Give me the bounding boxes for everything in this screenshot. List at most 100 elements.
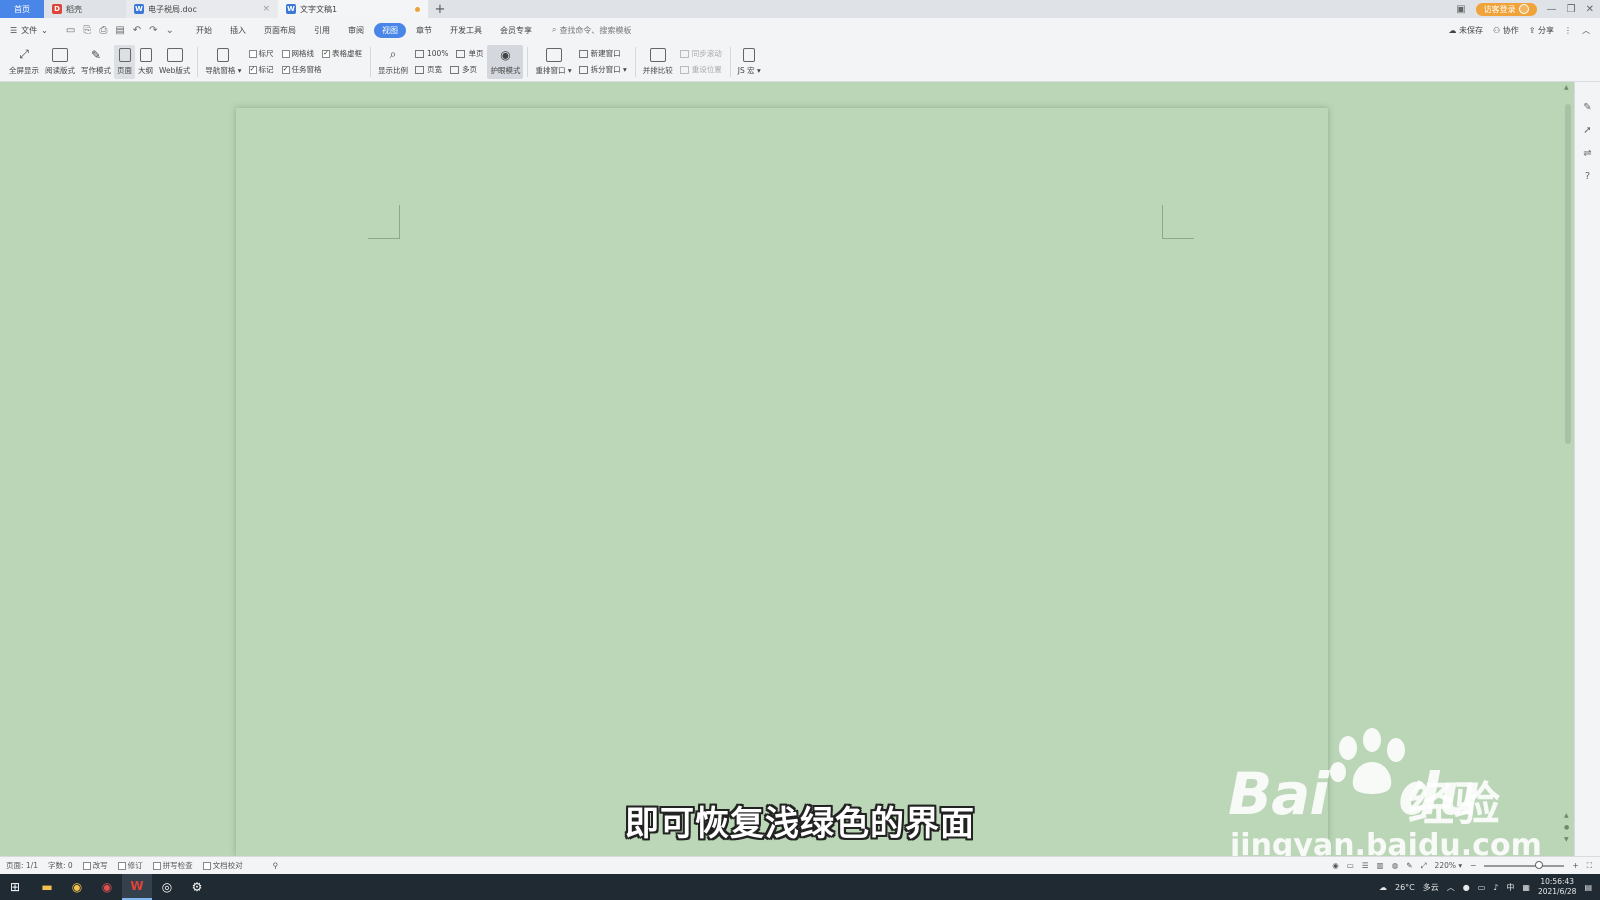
share-button[interactable]: ⇪ 分享 <box>1529 25 1554 36</box>
eye-mode-status-icon[interactable]: ◉ <box>1332 861 1339 870</box>
sync-scroll-button[interactable]: 同步滚动 <box>679 48 722 59</box>
taskbar-chrome[interactable]: ◉ <box>62 874 92 900</box>
collapse-ribbon-icon[interactable]: ︿ <box>1582 25 1590 36</box>
menu-chapter[interactable]: 章节 <box>408 23 440 38</box>
volume-icon[interactable]: ♪ <box>1493 883 1498 892</box>
weather-icon[interactable]: ☁ <box>1379 883 1387 892</box>
notification-icon[interactable]: ▤ <box>1584 883 1592 892</box>
tab-home[interactable]: 首页 <box>0 0 44 18</box>
word-count[interactable]: 字数: 0 <box>48 860 73 871</box>
table-gridlines-checkbox[interactable]: ✓ 表格虚框 <box>322 48 362 59</box>
revise-toggle[interactable]: 修订 <box>117 860 143 871</box>
temperature[interactable]: 26°C <box>1395 883 1415 892</box>
eye-mode-button[interactable]: ◉ 护眼模式 <box>487 44 524 79</box>
tab-document1[interactable]: W 文字文稿1 <box>278 0 428 18</box>
menu-devtools[interactable]: 开发工具 <box>442 23 490 38</box>
tab-docer[interactable]: D 稻壳 <box>44 0 126 18</box>
redo-icon[interactable]: ↷ <box>149 25 157 36</box>
weather-text[interactable]: 多云 <box>1423 882 1439 893</box>
select-cursor-icon[interactable]: ➚ <box>1583 125 1591 136</box>
rearrange-window-button[interactable]: 重排窗口 ▾ <box>532 45 574 79</box>
outline-button[interactable]: 大纲 <box>135 45 156 79</box>
clock[interactable]: 10:56:43 2021/6/28 <box>1538 877 1576 897</box>
restore-button[interactable]: ❐ <box>1567 4 1576 15</box>
read-status-icon[interactable]: ▥ <box>1377 861 1384 870</box>
save-as-icon[interactable]: ⎘ <box>83 25 91 36</box>
page-view-button[interactable]: 页面 <box>114 44 135 79</box>
close-tab-icon[interactable]: × <box>262 4 270 14</box>
taskbar-settings[interactable]: ⚙ <box>182 874 212 900</box>
start-button[interactable]: ⊞ <box>0 874 30 900</box>
js-macro-button[interactable]: JS 宏 ▾ <box>735 45 764 79</box>
multi-page-button[interactable]: 多页 <box>450 64 477 75</box>
more-icon[interactable]: ⋮ <box>1564 26 1572 35</box>
taskbar-browser[interactable]: ◉ <box>92 874 122 900</box>
vertical-scrollbar[interactable]: ▲ ▲ ● ▼ <box>1562 82 1574 856</box>
menu-insert[interactable]: 插入 <box>222 23 254 38</box>
zoom-slider[interactable] <box>1484 860 1565 869</box>
reset-position-button[interactable]: 重设位置 <box>679 64 722 75</box>
fullscreen-button[interactable]: ⤢ 全屏显示 <box>6 45 42 79</box>
zoom-button[interactable]: ⌕ 显示比例 <box>375 45 411 79</box>
close-button[interactable]: ✕ <box>1586 4 1594 15</box>
menu-member[interactable]: 会员专享 <box>492 23 540 38</box>
zoom-level-dropdown[interactable]: 220% ▾ <box>1435 861 1463 870</box>
marks-checkbox[interactable]: ✓ 标记 <box>248 64 274 75</box>
ruler-checkbox[interactable]: 标尺 <box>248 48 274 59</box>
page-width-button[interactable]: 页宽 <box>415 64 442 75</box>
scroll-up-icon[interactable]: ▲ <box>1564 84 1569 91</box>
window-switch-icon[interactable]: ▣ <box>1456 4 1465 15</box>
nav-pane-button[interactable]: 导航窗格 ▾ <box>202 45 244 79</box>
adjust-icon[interactable]: ⇌ <box>1583 148 1591 159</box>
unsaved-button[interactable]: ☁ 未保存 <box>1448 25 1483 36</box>
undo-icon[interactable]: ↶ <box>133 25 141 36</box>
read-mode-button[interactable]: 阅读版式 <box>42 45 78 79</box>
overwrite-toggle[interactable]: 改写 <box>82 860 108 871</box>
write-status-icon[interactable]: ✎ <box>1406 861 1412 870</box>
zoom-100-button[interactable]: 100% <box>415 49 448 58</box>
tab-doc-tax[interactable]: W 电子税局.doc × <box>126 0 278 18</box>
single-page-button[interactable]: 单页 <box>456 48 483 59</box>
edit-pen-icon[interactable]: ✎ <box>1583 102 1591 113</box>
ime-mode-icon[interactable]: ▦ <box>1522 883 1530 892</box>
new-tab-button[interactable]: + <box>428 0 452 18</box>
taskbar-app[interactable]: ◎ <box>152 874 182 900</box>
menu-start[interactable]: 开始 <box>188 23 220 38</box>
network-icon[interactable]: ▭ <box>1478 883 1486 892</box>
pin-icon[interactable]: ⚲ <box>273 861 279 870</box>
web-status-icon[interactable]: ◍ <box>1392 861 1399 870</box>
tray-expand-icon[interactable]: ︿ <box>1447 882 1455 893</box>
taskbar-wps[interactable]: W <box>122 874 152 900</box>
menu-view[interactable]: 视图 <box>373 22 406 38</box>
side-by-side-button[interactable]: 并排比较 <box>640 45 676 79</box>
page-view-status-icon[interactable]: ▭ <box>1347 861 1354 870</box>
zoom-slider-knob[interactable] <box>1534 860 1543 869</box>
fullscreen-status-icon[interactable]: ⛶ <box>1587 861 1592 871</box>
outline-status-icon[interactable]: ☰ <box>1362 861 1369 870</box>
doc-check-toggle[interactable]: 文档校对 <box>202 860 243 871</box>
zoom-in-button[interactable]: + <box>1572 861 1578 870</box>
command-search[interactable]: ⌕ 查找命令、搜索模板 <box>552 25 631 36</box>
page-count[interactable]: 页面: 1/1 <box>6 860 38 871</box>
menu-references[interactable]: 引用 <box>306 23 338 38</box>
menu-layout[interactable]: 页面布局 <box>256 23 304 38</box>
menu-review[interactable]: 审阅 <box>340 23 372 38</box>
spellcheck-toggle[interactable]: 拼写检查 <box>152 860 193 871</box>
fit-icon[interactable]: ⤢ <box>1421 861 1427 871</box>
gridlines-checkbox[interactable]: 网格线 <box>281 48 314 59</box>
ime-indicator[interactable]: 中 <box>1506 882 1514 893</box>
web-view-button[interactable]: Web版式 <box>156 45 193 79</box>
save-icon[interactable]: ▭ <box>66 25 75 36</box>
minimize-button[interactable]: — <box>1547 4 1557 15</box>
tray-app-icon[interactable]: ● <box>1463 883 1470 892</box>
split-window-button[interactable]: 拆分窗口 ▾ <box>578 64 627 75</box>
customize-icon[interactable]: ⌄ <box>166 25 174 36</box>
login-button[interactable]: 访客登录 <box>1475 2 1537 16</box>
task-pane-checkbox[interactable]: ✓ 任务窗格 <box>281 64 322 75</box>
print-preview-icon[interactable]: ▤ <box>115 25 124 36</box>
zoom-out-button[interactable]: − <box>1470 861 1476 870</box>
help-icon[interactable]: ? <box>1585 171 1590 182</box>
collab-button[interactable]: ⚇ 协作 <box>1493 25 1519 36</box>
taskbar-explorer[interactable]: ▬ <box>32 874 62 900</box>
write-mode-button[interactable]: ✎ 写作模式 <box>78 45 114 79</box>
